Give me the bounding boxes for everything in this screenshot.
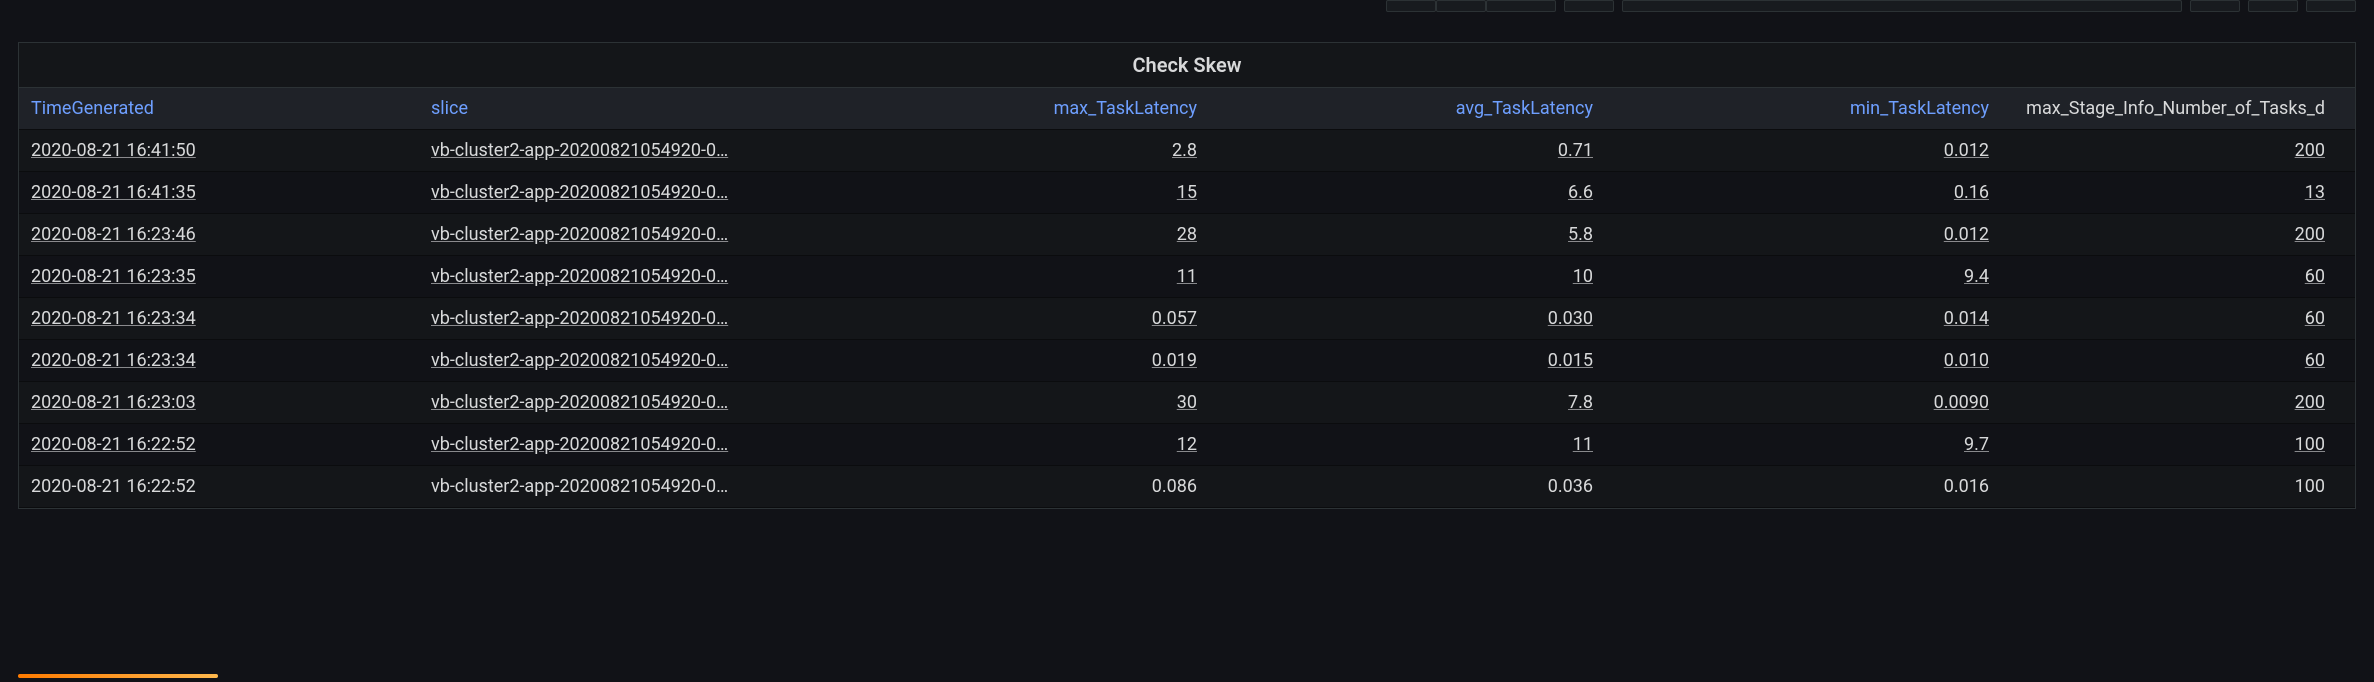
panel-title: Check Skew — [19, 43, 2355, 88]
toolbar-group-left — [1386, 0, 1556, 12]
toolbar-button[interactable] — [1486, 0, 1556, 12]
column-header-timegenerated[interactable]: TimeGenerated — [19, 88, 419, 129]
cell-timegenerated[interactable]: 2020-08-21 16:23:46 — [19, 214, 419, 255]
toolbar-button[interactable] — [2306, 0, 2356, 12]
cell-avg_tasklatency[interactable]: 7.8 — [1209, 382, 1605, 423]
cell-max_stage_info_number_of_tasks_d[interactable]: 13 — [2001, 172, 2355, 213]
table-row: 2020-08-21 16:22:52vb-cluster2-app-20200… — [19, 466, 2355, 508]
cell-max_stage_info_number_of_tasks_d: 100 — [2001, 466, 2355, 507]
check-skew-panel: Check Skew TimeGenerated slice max_TaskL… — [18, 42, 2356, 509]
table-row: 2020-08-21 16:23:34vb-cluster2-app-20200… — [19, 340, 2355, 382]
cell-max_tasklatency[interactable]: 0.057 — [809, 298, 1209, 339]
cell-max_tasklatency[interactable]: 2.8 — [809, 130, 1209, 171]
cell-min_tasklatency[interactable]: 0.16 — [1605, 172, 2001, 213]
cell-max_stage_info_number_of_tasks_d[interactable]: 200 — [2001, 382, 2355, 423]
cell-slice[interactable]: vb-cluster2-app-20200821054920-0… — [419, 130, 809, 171]
cell-avg_tasklatency[interactable]: 0.015 — [1209, 340, 1605, 381]
cell-min_tasklatency: 0.016 — [1605, 466, 2001, 507]
cell-min_tasklatency[interactable]: 9.4 — [1605, 256, 2001, 297]
cell-slice: vb-cluster2-app-20200821054920-0… — [419, 466, 809, 507]
cell-slice[interactable]: vb-cluster2-app-20200821054920-0… — [419, 214, 809, 255]
toolbar-button[interactable] — [1436, 0, 1486, 12]
cell-avg_tasklatency[interactable]: 0.71 — [1209, 130, 1605, 171]
cell-avg_tasklatency[interactable]: 6.6 — [1209, 172, 1605, 213]
cell-max_tasklatency[interactable]: 15 — [809, 172, 1209, 213]
cell-slice[interactable]: vb-cluster2-app-20200821054920-0… — [419, 256, 809, 297]
cell-max_stage_info_number_of_tasks_d[interactable]: 60 — [2001, 256, 2355, 297]
table-row: 2020-08-21 16:23:03vb-cluster2-app-20200… — [19, 382, 2355, 424]
cell-max_stage_info_number_of_tasks_d[interactable]: 200 — [2001, 214, 2355, 255]
cell-timegenerated[interactable]: 2020-08-21 16:23:35 — [19, 256, 419, 297]
cell-slice[interactable]: vb-cluster2-app-20200821054920-0… — [419, 340, 809, 381]
cell-max_stage_info_number_of_tasks_d[interactable]: 60 — [2001, 340, 2355, 381]
cell-min_tasklatency[interactable]: 0.0090 — [1605, 382, 2001, 423]
cell-timegenerated: 2020-08-21 16:22:52 — [19, 466, 419, 507]
cell-timegenerated[interactable]: 2020-08-21 16:41:35 — [19, 172, 419, 213]
table-body: 2020-08-21 16:41:50vb-cluster2-app-20200… — [19, 130, 2355, 508]
tab-indicator — [18, 674, 218, 678]
cell-min_tasklatency[interactable]: 9.7 — [1605, 424, 2001, 465]
toolbar-button[interactable] — [2190, 0, 2240, 12]
cell-max_tasklatency[interactable]: 28 — [809, 214, 1209, 255]
cell-avg_tasklatency[interactable]: 0.030 — [1209, 298, 1605, 339]
toolbar-button[interactable] — [1386, 0, 1436, 12]
table-row: 2020-08-21 16:23:46vb-cluster2-app-20200… — [19, 214, 2355, 256]
cell-slice[interactable]: vb-cluster2-app-20200821054920-0… — [419, 382, 809, 423]
column-header-max-tasklatency[interactable]: max_TaskLatency — [809, 88, 1209, 129]
cell-avg_tasklatency: 0.036 — [1209, 466, 1605, 507]
cell-max_tasklatency[interactable]: 0.019 — [809, 340, 1209, 381]
table-row: 2020-08-21 16:41:35vb-cluster2-app-20200… — [19, 172, 2355, 214]
cell-max_stage_info_number_of_tasks_d[interactable]: 60 — [2001, 298, 2355, 339]
cell-min_tasklatency[interactable]: 0.012 — [1605, 130, 2001, 171]
cell-avg_tasklatency[interactable]: 10 — [1209, 256, 1605, 297]
cell-timegenerated[interactable]: 2020-08-21 16:22:52 — [19, 424, 419, 465]
table-header-row: TimeGenerated slice max_TaskLatency avg_… — [19, 88, 2355, 130]
cell-timegenerated[interactable]: 2020-08-21 16:23:34 — [19, 340, 419, 381]
cell-max_tasklatency[interactable]: 30 — [809, 382, 1209, 423]
cell-avg_tasklatency[interactable]: 11 — [1209, 424, 1605, 465]
cell-timegenerated[interactable]: 2020-08-21 16:23:03 — [19, 382, 419, 423]
cell-min_tasklatency[interactable]: 0.010 — [1605, 340, 2001, 381]
cell-slice[interactable]: vb-cluster2-app-20200821054920-0… — [419, 298, 809, 339]
cell-max_tasklatency: 0.086 — [809, 466, 1209, 507]
toolbar-button[interactable] — [2248, 0, 2298, 12]
cell-timegenerated[interactable]: 2020-08-21 16:23:34 — [19, 298, 419, 339]
column-header-max-stage-tasks[interactable]: max_Stage_Info_Number_of_Tasks_d — [2001, 88, 2355, 129]
cell-avg_tasklatency[interactable]: 5.8 — [1209, 214, 1605, 255]
cell-max_stage_info_number_of_tasks_d[interactable]: 100 — [2001, 424, 2355, 465]
cell-slice[interactable]: vb-cluster2-app-20200821054920-0… — [419, 424, 809, 465]
column-header-slice[interactable]: slice — [419, 88, 809, 129]
column-header-min-tasklatency[interactable]: min_TaskLatency — [1605, 88, 2001, 129]
cell-min_tasklatency[interactable]: 0.014 — [1605, 298, 2001, 339]
cell-max_tasklatency[interactable]: 12 — [809, 424, 1209, 465]
cell-slice[interactable]: vb-cluster2-app-20200821054920-0… — [419, 172, 809, 213]
table-row: 2020-08-21 16:22:52vb-cluster2-app-20200… — [19, 424, 2355, 466]
table-row: 2020-08-21 16:41:50vb-cluster2-app-20200… — [19, 130, 2355, 172]
search-input[interactable] — [1622, 0, 2182, 12]
cell-min_tasklatency[interactable]: 0.012 — [1605, 214, 2001, 255]
table-row: 2020-08-21 16:23:35vb-cluster2-app-20200… — [19, 256, 2355, 298]
cell-max_tasklatency[interactable]: 11 — [809, 256, 1209, 297]
column-header-avg-tasklatency[interactable]: avg_TaskLatency — [1209, 88, 1605, 129]
cell-timegenerated[interactable]: 2020-08-21 16:41:50 — [19, 130, 419, 171]
table-row: 2020-08-21 16:23:34vb-cluster2-app-20200… — [19, 298, 2355, 340]
toolbar-button[interactable] — [1564, 0, 1614, 12]
cell-max_stage_info_number_of_tasks_d[interactable]: 200 — [2001, 130, 2355, 171]
toolbar — [1386, 0, 2356, 16]
